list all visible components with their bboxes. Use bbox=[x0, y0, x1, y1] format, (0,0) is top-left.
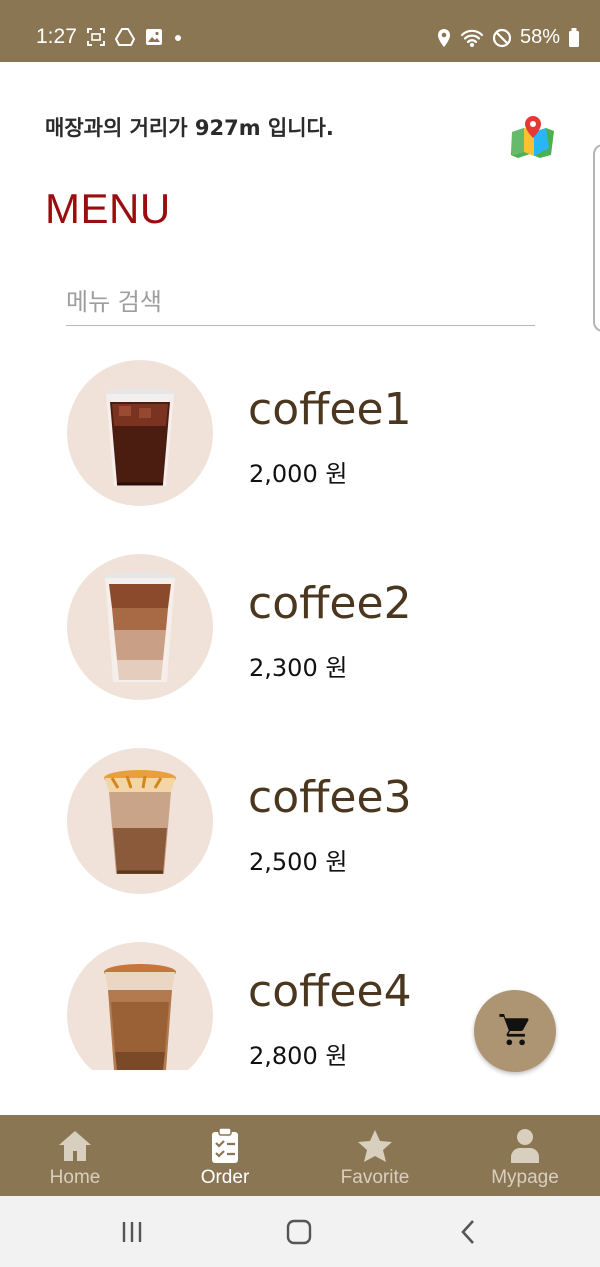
menu-item-name: coffee3 bbox=[248, 772, 412, 823]
screenshot-icon bbox=[87, 28, 105, 46]
menu-list: coffee1 2,000 원 coffee2 2,300 원 coffee3 … bbox=[0, 350, 600, 1070]
status-time: 1:27 bbox=[36, 25, 77, 48]
search-input[interactable] bbox=[66, 282, 535, 322]
nav-label-favorite: Favorite bbox=[340, 1167, 410, 1188]
coffee-image bbox=[67, 554, 213, 700]
app-screen: 1:27 58% 매장과의 거리가 927m 입니다. MENU 메뉴 검색 c… bbox=[0, 0, 600, 1267]
status-bar: 1:27 58% bbox=[0, 0, 600, 62]
menu-item-name: coffee1 bbox=[248, 384, 412, 435]
nav-mypage[interactable]: Mypage bbox=[450, 1115, 600, 1196]
location-icon bbox=[437, 28, 450, 47]
image-icon bbox=[146, 29, 162, 45]
back-button[interactable] bbox=[448, 1214, 488, 1250]
menu-item[interactable]: coffee3 2,500 원 bbox=[0, 738, 600, 908]
battery-percent: 58% bbox=[519, 26, 560, 48]
menu-title: MENU bbox=[45, 185, 171, 232]
coffee-image bbox=[67, 942, 213, 1070]
map-pin-icon[interactable] bbox=[510, 114, 556, 158]
menu-item-price: 2,300 원 bbox=[249, 654, 348, 682]
home-outline-icon bbox=[286, 1219, 312, 1245]
do-not-disturb-icon bbox=[492, 28, 512, 47]
system-home-button[interactable] bbox=[279, 1214, 319, 1250]
menu-item-name: coffee4 bbox=[248, 966, 412, 1017]
system-navigation-bar bbox=[0, 1196, 600, 1267]
menu-item-price: 2,000 원 bbox=[249, 460, 348, 488]
menu-item-price: 2,800 원 bbox=[249, 1042, 348, 1070]
wifi-icon bbox=[460, 29, 484, 47]
search-field bbox=[66, 282, 535, 326]
dot-icon bbox=[175, 35, 181, 41]
clipboard-icon bbox=[207, 1128, 243, 1164]
side-drawer-handle[interactable] bbox=[593, 144, 600, 332]
nav-favorite[interactable]: Favorite bbox=[300, 1115, 450, 1196]
nav-home[interactable]: Home bbox=[0, 1115, 150, 1196]
person-icon bbox=[507, 1128, 543, 1164]
nav-label-mypage: Mypage bbox=[491, 1167, 559, 1188]
nav-order[interactable]: Order bbox=[150, 1115, 300, 1196]
back-chevron-icon bbox=[461, 1220, 474, 1244]
nav-label-order: Order bbox=[200, 1167, 250, 1188]
drive-icon bbox=[115, 28, 135, 46]
bottom-navigation: Home Order Favorite Mypage bbox=[0, 1115, 600, 1196]
nav-label-home: Home bbox=[49, 1167, 101, 1188]
status-right-group: 58% bbox=[436, 26, 580, 49]
home-icon bbox=[57, 1128, 93, 1164]
menu-item[interactable]: coffee2 2,300 원 bbox=[0, 544, 600, 714]
coffee-image bbox=[67, 748, 213, 894]
menu-item[interactable]: coffee1 2,000 원 bbox=[0, 350, 600, 520]
recent-apps-button[interactable] bbox=[112, 1214, 152, 1250]
shopping-cart-icon bbox=[499, 1014, 529, 1046]
notification-icons bbox=[87, 28, 183, 46]
menu-item-price: 2,500 원 bbox=[249, 848, 348, 876]
coffee-image bbox=[67, 360, 213, 506]
recent-apps-icon bbox=[122, 1222, 142, 1242]
cart-button[interactable] bbox=[474, 990, 556, 1072]
star-icon bbox=[357, 1128, 393, 1164]
store-distance-text: 매장과의 거리가 927m 입니다. bbox=[45, 116, 334, 140]
menu-item-name: coffee2 bbox=[248, 578, 412, 629]
battery-icon bbox=[569, 27, 579, 47]
